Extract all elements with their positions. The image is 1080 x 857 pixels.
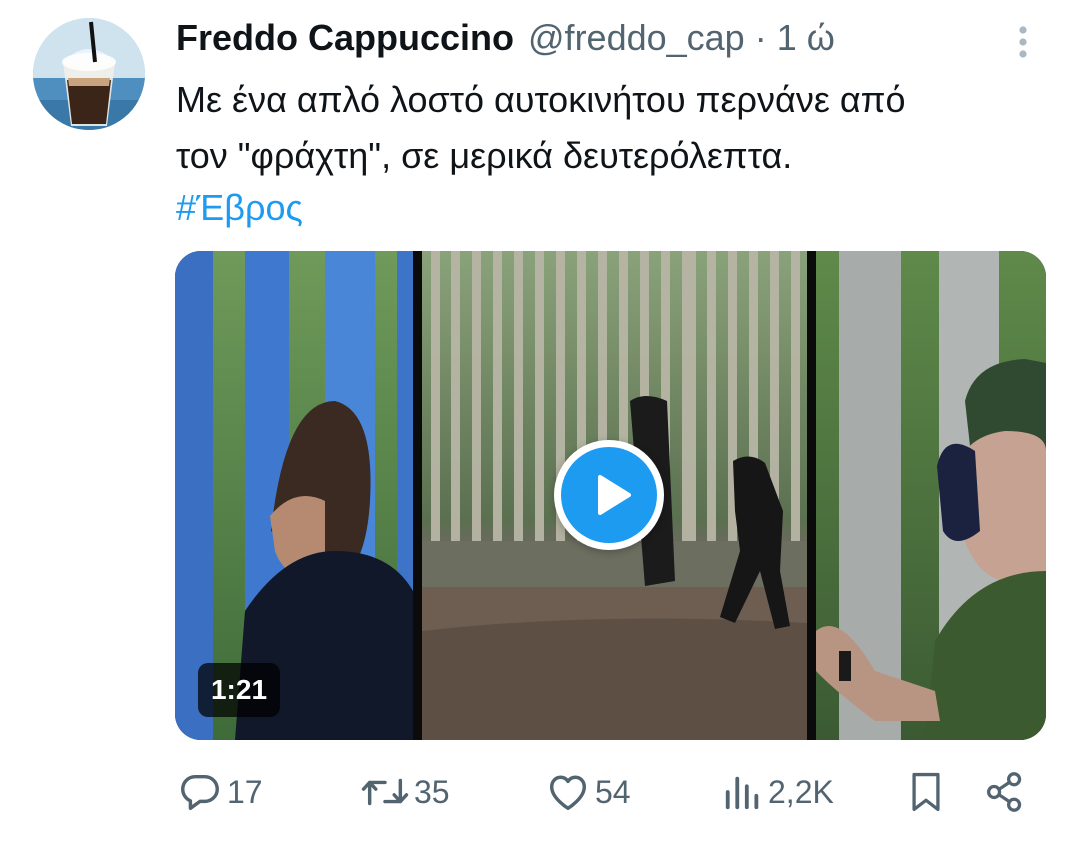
retweet-icon bbox=[361, 778, 409, 806]
tweet-header: Freddo Cappuccino @freddo_cap · 1 ώ bbox=[176, 14, 835, 62]
share-icon bbox=[987, 772, 1022, 812]
iced-coffee-image bbox=[33, 18, 145, 130]
bookmark-button[interactable] bbox=[908, 770, 944, 819]
hashtag-link[interactable]: #Έβρος bbox=[176, 184, 303, 232]
retweet-count: 35 bbox=[414, 773, 450, 810]
like-count: 54 bbox=[595, 773, 631, 810]
timestamp[interactable]: 1 ώ bbox=[777, 17, 835, 59]
bookmark-icon bbox=[912, 772, 940, 812]
views-icon bbox=[725, 776, 759, 810]
tweet-text-line: Με ένα απλό λοστό αυτοκινήτου περνάνε απ… bbox=[176, 79, 906, 120]
play-button[interactable] bbox=[554, 440, 664, 550]
reply-icon bbox=[181, 774, 219, 811]
user-handle[interactable]: @freddo_cap bbox=[528, 17, 745, 59]
play-icon bbox=[598, 475, 631, 515]
reply-count: 17 bbox=[227, 773, 263, 810]
like-button[interactable]: 54 bbox=[545, 766, 631, 818]
heart-icon bbox=[549, 775, 587, 811]
tweet-text: Με ένα απλό λοστό αυτοκινήτου περνάνε απ… bbox=[176, 72, 1056, 184]
views-count: 2,2K bbox=[768, 773, 834, 810]
video-duration-badge: 1:21 bbox=[198, 663, 280, 717]
separator-dot: · bbox=[754, 17, 767, 58]
more-vertical-icon[interactable] bbox=[1008, 22, 1038, 62]
views-button[interactable]: 2,2K bbox=[722, 766, 834, 818]
tweet-text-line: τον "φράχτη", σε μερικά δευτερόλεπτα. bbox=[176, 135, 793, 176]
retweet-button[interactable]: 35 bbox=[360, 766, 450, 818]
display-name[interactable]: Freddo Cappuccino bbox=[176, 17, 514, 59]
avatar[interactable] bbox=[33, 18, 145, 130]
reply-button[interactable]: 17 bbox=[177, 766, 263, 818]
share-button[interactable] bbox=[985, 770, 1025, 819]
